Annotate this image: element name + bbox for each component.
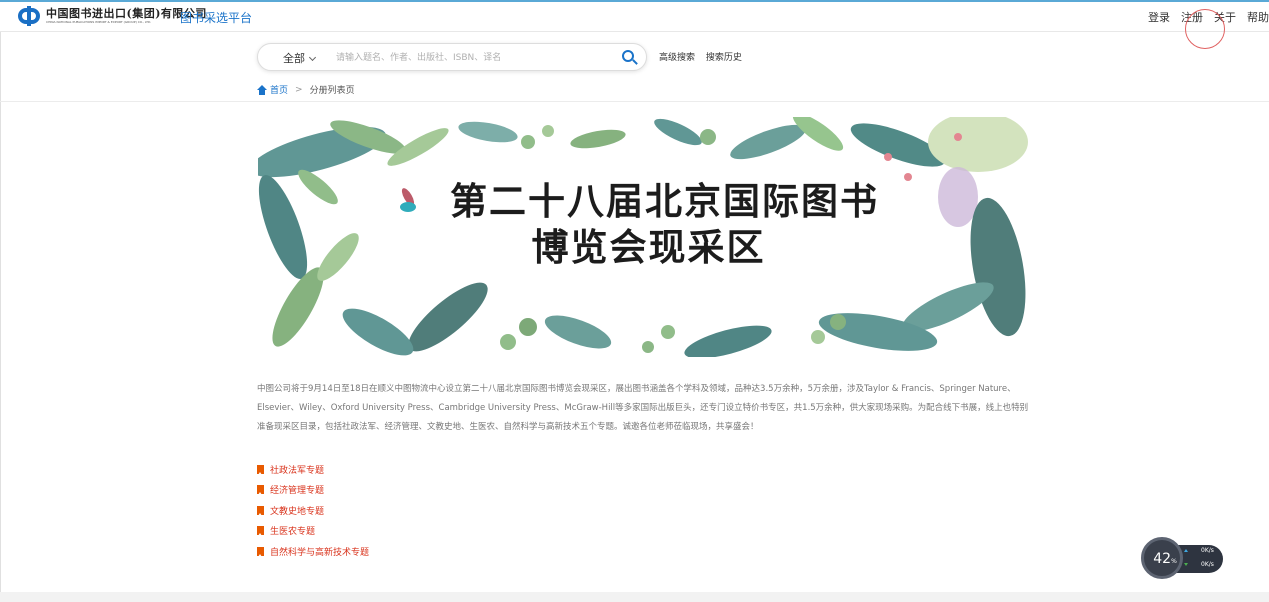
usage-percent: 42% bbox=[1147, 551, 1183, 567]
bookmark-icon bbox=[257, 464, 264, 475]
page-left-border bbox=[0, 32, 1, 592]
search-category-label: 全部 bbox=[283, 52, 305, 65]
bookmark-icon bbox=[257, 505, 264, 516]
breadcrumb-home[interactable]: 首页 bbox=[270, 83, 288, 96]
top-accent-line bbox=[0, 0, 1269, 2]
download-speed: 0K/s bbox=[1201, 561, 1214, 568]
click-indicator bbox=[1185, 9, 1225, 49]
top-bar: 中国图书进出口(集团)有限公司 CHINA NATIONAL PUBLICATI… bbox=[0, 0, 1269, 32]
search-icon[interactable] bbox=[621, 49, 639, 67]
help-link[interactable]: 帮助 bbox=[1247, 9, 1269, 25]
upload-speed: 0K/s bbox=[1201, 547, 1214, 554]
header-divider bbox=[0, 101, 1269, 102]
banner-title: 第二十八届北京国际图书 博览会现采区 bbox=[258, 179, 1029, 271]
search-extra-links: 高级搜索 搜索历史 bbox=[659, 50, 750, 63]
search-history-link[interactable]: 搜索历史 bbox=[706, 53, 742, 63]
footer-strip bbox=[0, 592, 1269, 602]
usage-percent-unit: % bbox=[1171, 558, 1177, 565]
topic-label: 自然科学与高新技术专题 bbox=[270, 547, 370, 558]
topic-label: 文教史地专题 bbox=[270, 506, 325, 517]
topic-item[interactable]: 社政法军专题 bbox=[257, 459, 369, 480]
bookmark-icon bbox=[257, 546, 264, 557]
download-arrow-icon bbox=[1184, 563, 1188, 566]
search-bar: 全部 bbox=[257, 43, 647, 71]
topic-item[interactable]: 文教史地专题 bbox=[257, 500, 369, 521]
logo-mark-icon bbox=[18, 6, 40, 26]
event-banner: 第二十八届北京国际图书 博览会现采区 bbox=[258, 117, 1029, 357]
login-link[interactable]: 登录 bbox=[1148, 9, 1170, 25]
topic-item[interactable]: 自然科学与高新技术专题 bbox=[257, 541, 369, 562]
advanced-search-link[interactable]: 高级搜索 bbox=[659, 53, 695, 63]
topic-item[interactable]: 生医农专题 bbox=[257, 521, 369, 542]
breadcrumb: 首页 > 分册列表页 bbox=[257, 83, 355, 96]
topic-item[interactable]: 经济管理专题 bbox=[257, 480, 369, 501]
banner-title-line-2: 博览会现采区 bbox=[531, 226, 766, 269]
topic-label: 社政法军专题 bbox=[270, 465, 325, 476]
network-speed-widget[interactable]: 42% 0K/s 0K/s bbox=[1141, 537, 1223, 579]
topic-list: 社政法军专题 经济管理专题 文教史地专题 生医农专题 自然科学与高新技术专题 bbox=[257, 459, 369, 562]
search-input[interactable] bbox=[336, 49, 606, 67]
search-category-select[interactable]: 全部 bbox=[283, 50, 317, 66]
breadcrumb-current: 分册列表页 bbox=[309, 86, 355, 96]
usage-gauge: 42% bbox=[1141, 537, 1183, 579]
platform-name[interactable]: 图书采选平台 bbox=[180, 9, 252, 26]
topic-label: 经济管理专题 bbox=[270, 486, 325, 497]
home-icon bbox=[257, 84, 267, 95]
chevron-down-icon bbox=[308, 53, 317, 62]
event-description: 中图公司将于9月14日至18日在顺义中图物流中心设立第二十八届北京国际图书博览会… bbox=[257, 384, 1029, 432]
chevron-right-icon: > bbox=[295, 84, 303, 95]
bookmark-icon bbox=[257, 526, 264, 537]
company-logo[interactable]: 中国图书进出口(集团)有限公司 CHINA NATIONAL PUBLICATI… bbox=[18, 6, 207, 26]
bookmark-icon bbox=[257, 485, 264, 496]
topic-label: 生医农专题 bbox=[270, 527, 316, 538]
upload-arrow-icon bbox=[1184, 549, 1188, 552]
banner-title-line-1: 第二十八届北京国际图书 bbox=[450, 180, 879, 223]
usage-percent-value: 42 bbox=[1153, 551, 1172, 567]
